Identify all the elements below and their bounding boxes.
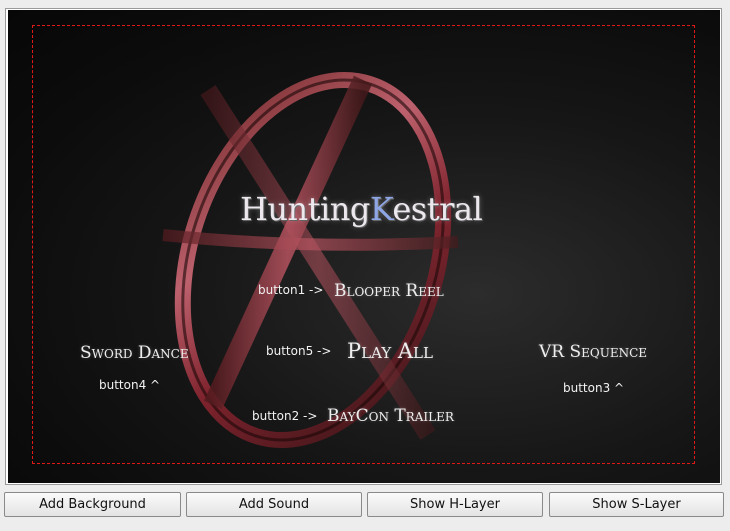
title-part-1: Hunting (240, 190, 370, 228)
menu-item-baycon-trailer[interactable]: BayCon Trailer (327, 406, 454, 426)
title-part-3: estral (392, 190, 483, 228)
button1-tag: button1 -> (258, 283, 324, 297)
button5-tag: button5 -> (266, 344, 332, 358)
menu-item-sword-dance[interactable]: Sword Dance (80, 343, 189, 363)
button2-tag: button2 -> (252, 409, 318, 423)
menu-item-vr-sequence[interactable]: VR Sequence (539, 342, 647, 362)
dvd-title: HuntingKestral (240, 190, 483, 228)
menu-item-play-all[interactable]: Play All (347, 339, 433, 363)
button4-tag: button4 ^ (99, 378, 161, 392)
menu-item-blooper-reel[interactable]: Blooper Reel (334, 281, 444, 301)
title-part-2: K (369, 190, 393, 228)
show-s-layer-button[interactable]: Show S-Layer (549, 492, 724, 517)
add-background-button[interactable]: Add Background (4, 492, 181, 517)
safe-area-guide (32, 25, 695, 464)
add-sound-button[interactable]: Add Sound (186, 492, 362, 517)
button3-tag: button3 ^ (563, 381, 625, 395)
dvd-menu-preview[interactable]: HuntingKestral button1 -> Blooper Reel S… (8, 10, 720, 483)
show-h-layer-button[interactable]: Show H-Layer (367, 492, 543, 517)
